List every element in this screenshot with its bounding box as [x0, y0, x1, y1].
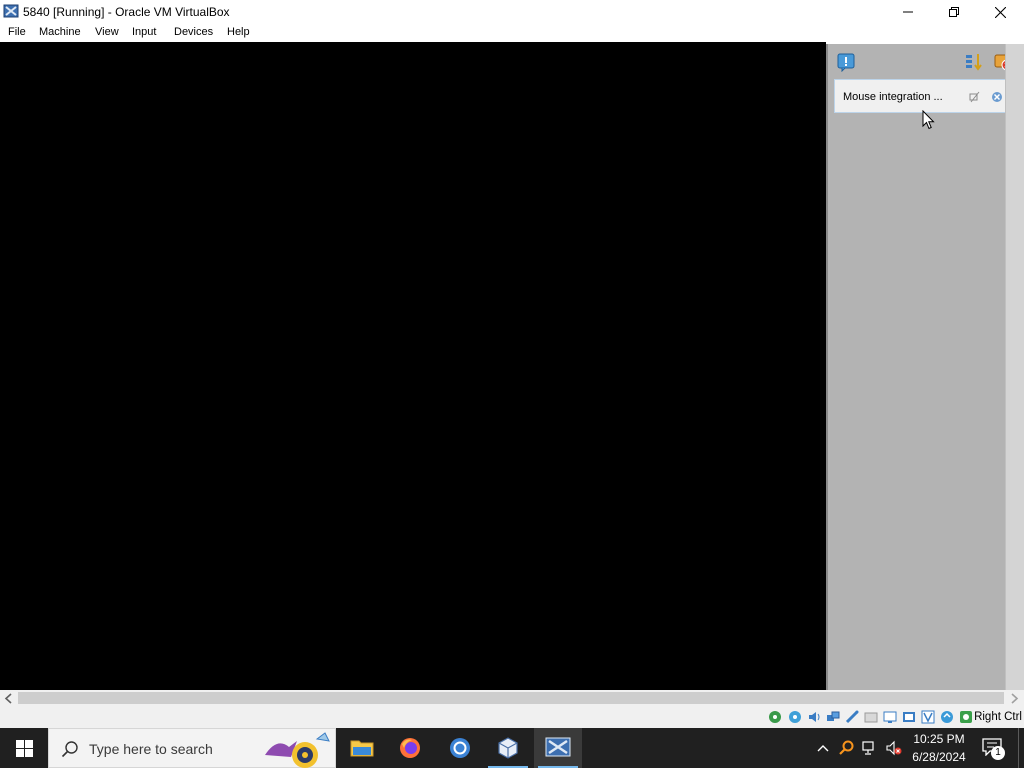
network-icon[interactable]	[826, 710, 840, 724]
menu-devices[interactable]: Devices	[174, 26, 213, 38]
menu-bar: File Machine View Input Devices Help	[0, 24, 1024, 42]
windows-taskbar: Type here to search 10:25 PM 6/28/2024 1	[0, 728, 1024, 768]
usb-icon[interactable]	[845, 710, 859, 724]
scrollbar-thumb[interactable]	[18, 692, 1004, 704]
scroll-right-icon[interactable]	[1010, 693, 1019, 704]
menu-machine[interactable]: Machine	[39, 26, 81, 38]
notification-text: Mouse integration ...	[843, 91, 943, 103]
file-explorer-icon	[350, 740, 374, 757]
start-button[interactable]	[0, 728, 48, 768]
close-icon	[994, 6, 1006, 18]
close-button[interactable]	[977, 0, 1023, 24]
notification-scroll-edge	[1005, 44, 1024, 690]
clock-time: 10:25 PM	[913, 732, 965, 746]
taskbar-clock[interactable]: 10:25 PM 6/28/2024	[906, 730, 972, 766]
menu-file[interactable]: File	[8, 26, 26, 38]
minimize-icon	[903, 11, 913, 13]
dismiss-notification-icon[interactable]	[991, 91, 1003, 103]
title-bar: 5840 [Running] - Oracle VM VirtualBox	[0, 0, 1024, 24]
chrome-icon	[450, 738, 470, 758]
search-highlight-icon	[265, 732, 330, 768]
vm-screen[interactable]	[0, 42, 826, 690]
notification-toolbar	[828, 44, 1014, 80]
volume-muted-icon[interactable]	[886, 740, 902, 756]
horizontal-scrollbar[interactable]	[0, 690, 1024, 707]
mouse-integration-icon[interactable]	[959, 710, 973, 724]
hard-disk-icon[interactable]	[768, 710, 782, 724]
keep-notification-icon[interactable]	[969, 91, 981, 103]
scroll-left-icon[interactable]	[4, 693, 13, 704]
taskbar-virtualbox-vm[interactable]	[534, 728, 582, 768]
notification-center-icon[interactable]	[836, 52, 856, 72]
window-title: 5840 [Running] - Oracle VM VirtualBox	[23, 5, 230, 19]
audio-icon[interactable]	[807, 710, 821, 724]
virtualbox-manager-icon	[498, 737, 518, 759]
host-key-label[interactable]: Right Ctrl	[974, 711, 1022, 723]
virtualization-icon[interactable]	[940, 710, 954, 724]
menu-input[interactable]: Input	[132, 26, 156, 38]
windows-logo-icon	[15, 739, 33, 757]
minimize-button[interactable]	[885, 0, 931, 24]
notification-count-badge: 1	[991, 746, 1005, 760]
mouse-cursor-icon	[922, 110, 935, 130]
notification-item[interactable]: Mouse integration ...	[834, 79, 1014, 113]
taskbar-search-box[interactable]: Type here to search	[48, 728, 336, 768]
shared-folders-icon[interactable]	[864, 710, 878, 724]
taskbar-chrome[interactable]	[436, 728, 484, 768]
taskbar-virtualbox-manager[interactable]	[484, 728, 532, 768]
search-placeholder: Type here to search	[89, 741, 213, 757]
sort-icon[interactable]	[964, 52, 984, 72]
restore-button[interactable]	[931, 0, 977, 24]
display-icon[interactable]	[883, 710, 897, 724]
taskbar-firefox[interactable]	[386, 728, 434, 768]
recording-icon[interactable]	[902, 710, 916, 724]
video-capture-icon[interactable]	[921, 710, 935, 724]
firefox-icon	[400, 738, 420, 758]
status-bar: Right Ctrl	[0, 707, 1024, 728]
search-tray-icon[interactable]	[838, 740, 854, 756]
action-center-button[interactable]: 1	[982, 738, 1006, 760]
show-desktop-button[interactable]	[1018, 728, 1024, 768]
virtualbox-app-icon	[3, 4, 19, 18]
taskbar-file-explorer[interactable]	[338, 728, 386, 768]
clock-date: 6/28/2024	[912, 750, 966, 764]
search-icon	[61, 741, 78, 758]
show-hidden-icons-icon[interactable]	[815, 740, 831, 756]
virtualbox-vm-icon	[545, 737, 571, 757]
notification-center: Mouse integration ...	[826, 44, 1014, 690]
optical-drive-icon[interactable]	[788, 710, 802, 724]
restore-icon	[949, 7, 959, 17]
menu-help[interactable]: Help	[227, 26, 250, 38]
menu-view[interactable]: View	[95, 26, 119, 38]
network-tray-icon[interactable]	[862, 740, 878, 756]
